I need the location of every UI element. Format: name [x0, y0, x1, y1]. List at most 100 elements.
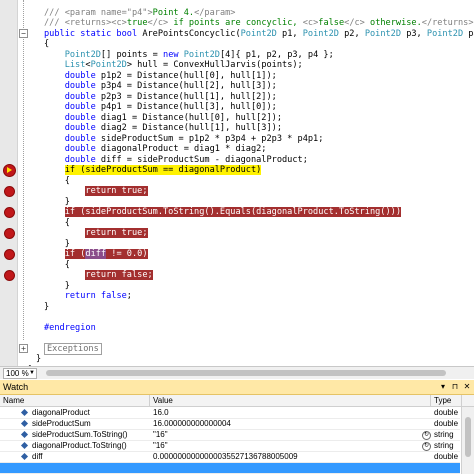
code-token: diff	[85, 249, 107, 259]
watch-value[interactable]: "16"	[153, 430, 418, 440]
close-icon[interactable]: ✕	[462, 380, 472, 394]
watch-row[interactable]: sideProductSum 16.000000000000004 double	[0, 419, 460, 430]
watch-type: string	[434, 430, 454, 439]
code-token: </param>	[194, 7, 236, 18]
code-token: double	[64, 144, 101, 154]
watch-value[interactable]: 0.0000000000000035527136788005009	[153, 452, 418, 462]
watch-name[interactable]: diagonalProduct	[32, 408, 148, 418]
code-token: diag2 = Distance(hull[1], hull[3]);	[100, 123, 283, 133]
variable-icon	[20, 452, 29, 461]
code-token: p2p3 = Distance(hull[1], hull[2]);	[100, 91, 277, 102]
watch-value[interactable]: "16"	[153, 441, 418, 451]
chevron-down-icon: ▼	[29, 370, 35, 376]
watch-vertical-scrollbar[interactable]	[461, 407, 474, 474]
dropdown-icon[interactable]: ▾	[438, 380, 448, 394]
breakpoint-icon[interactable]	[4, 249, 15, 260]
watch-name[interactable]: sideProductSum	[32, 419, 148, 429]
code-line: return false;	[44, 290, 132, 303]
code-token: > hull = ConvexHullJarvis(points);	[126, 60, 303, 70]
code-token: p1p2 = Distance(hull[0], hull[1]);	[100, 70, 277, 81]
expand-icon[interactable]: +	[19, 344, 28, 353]
watch-row[interactable]: sideProductSum.ToString() "16" string ↻	[0, 430, 460, 441]
breakpoint-icon[interactable]	[4, 228, 15, 239]
scrollbar-thumb[interactable]	[46, 370, 446, 376]
watch-window: Watch ▾ ⊓ ✕ Name Value Type diagonalProd…	[0, 380, 474, 474]
watch-name[interactable]: sideProductSum.ToString()	[32, 430, 148, 440]
refresh-icon[interactable]: ↻	[422, 431, 431, 440]
code-token: return true;	[85, 228, 148, 238]
code-token: if (sideProductSum == diagonalProduct)	[64, 165, 262, 175]
watch-title: Watch	[3, 382, 29, 392]
code-token: != 0.0)	[106, 249, 148, 259]
code-token: p3p4 = Distance(hull[2], hull[3]);	[100, 81, 277, 91]
variable-icon	[20, 441, 29, 450]
code-token: </returns>	[421, 18, 474, 28]
code-token: }	[44, 280, 70, 291]
collapse-icon[interactable]: −	[19, 29, 28, 38]
code-token: <c>	[302, 18, 319, 28]
code-line: Exceptions	[44, 342, 102, 356]
watch-row[interactable]: diagonalProduct 16.0 double	[0, 408, 460, 419]
watch-type: double	[434, 408, 459, 417]
breakpoint-icon[interactable]	[4, 270, 15, 281]
code-token: if (	[64, 249, 86, 259]
code-token: return false;	[85, 270, 153, 280]
exceptions-region-collapsed[interactable]: Exceptions	[44, 342, 102, 355]
code-token: Point2D	[90, 60, 127, 70]
code-token: }	[44, 238, 70, 249]
watch-type: string	[434, 441, 454, 450]
code-token: }	[36, 354, 42, 364]
breakpoint-icon[interactable]	[4, 186, 15, 197]
code-token: </c>	[344, 18, 365, 28]
column-value[interactable]: Value	[150, 395, 431, 406]
code-token: false	[318, 18, 345, 28]
code-token: double	[64, 123, 101, 133]
code-token: double	[64, 81, 101, 91]
zoom-level: 100 %	[6, 369, 29, 378]
watch-name[interactable]: diagonalProduct.ToString()	[32, 441, 148, 451]
breakpoint-margin[interactable]	[0, 0, 18, 366]
current-statement-breakpoint-icon[interactable]	[3, 164, 16, 177]
column-type[interactable]: Type	[431, 395, 462, 406]
breakpoint-icon[interactable]	[4, 207, 15, 218]
code-line: }	[36, 353, 41, 366]
code-token: <c>	[111, 18, 127, 28]
watch-type: double	[434, 452, 459, 461]
code-token: Point2D	[426, 28, 464, 39]
code-token: if points are concyclic,	[168, 18, 303, 28]
code-token: public static bool	[44, 28, 143, 39]
code-token: double	[64, 70, 101, 81]
watch-value[interactable]: 16.000000000000004	[153, 419, 418, 429]
watch-row[interactable]: diff 0.0000000000000035527136788005009 dou…	[0, 452, 460, 463]
watch-row-new[interactable]	[0, 463, 460, 474]
watch-value[interactable]: 16.0	[153, 408, 418, 418]
code-line: #endregion	[44, 322, 96, 335]
refresh-icon[interactable]: ↻	[422, 442, 431, 451]
variable-icon	[20, 430, 29, 439]
scrollbar-thumb[interactable]	[465, 417, 471, 457]
code-token: Point2D	[302, 28, 339, 39]
code-token: new	[163, 49, 184, 60]
watch-name[interactable]: diff	[32, 452, 148, 462]
code-token: [4]{ p1, p2, p3, p4 };	[219, 49, 334, 60]
code-token: #endregion	[44, 322, 96, 333]
code-token: double	[64, 133, 101, 144]
code-token: List	[64, 60, 86, 70]
pin-icon[interactable]: ⊓	[450, 380, 460, 394]
code-token: p3,	[401, 28, 427, 39]
watch-row[interactable]: diagonalProduct.ToString() "16" string ↻	[0, 441, 460, 452]
editor-horizontal-scrollbar[interactable]: 100 % ▼	[0, 366, 474, 379]
code-editor[interactable]: /// <param name="p4">Point 4.</param> ///…	[0, 0, 474, 366]
column-name[interactable]: Name	[0, 395, 150, 406]
zoom-level-dropdown[interactable]: 100 % ▼	[3, 368, 37, 379]
